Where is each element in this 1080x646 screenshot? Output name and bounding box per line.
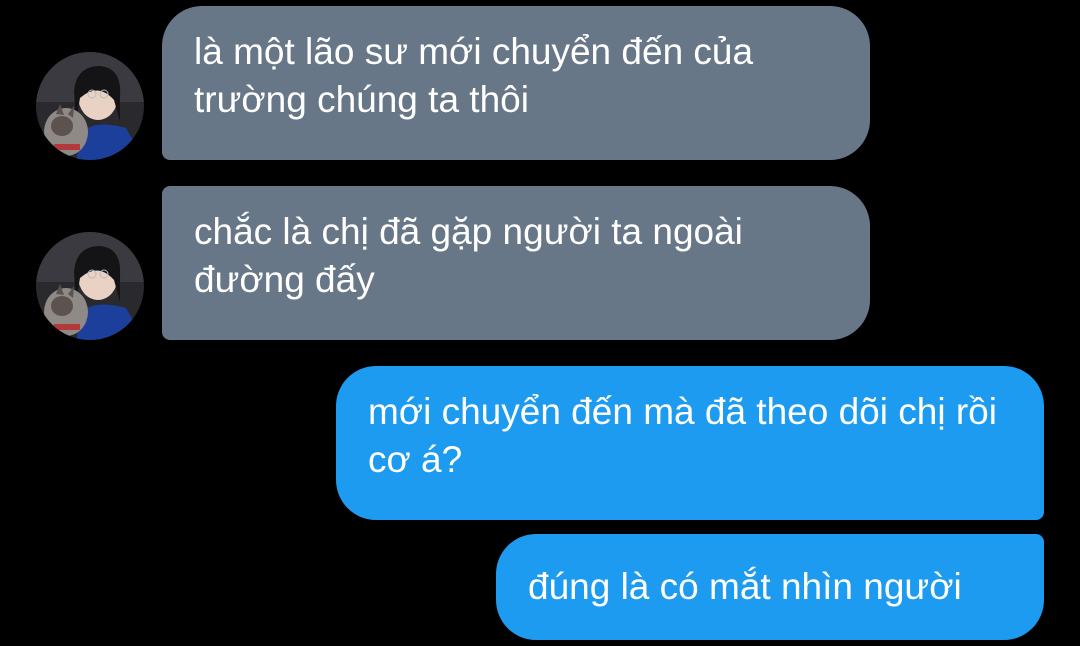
avatar-photo-icon [36, 232, 144, 340]
avatar-photo-icon [36, 52, 144, 160]
contact-avatar[interactable] [36, 232, 144, 340]
sent-message-bubble[interactable]: đúng là có mắt nhìn người [496, 534, 1044, 640]
message-text: đúng là có mắt nhìn người [528, 566, 962, 607]
message-text: mới chuyển đến mà đã theo dõi chị rồi cơ… [368, 391, 997, 480]
received-message-bubble[interactable]: chắc là chị đã gặp người ta ngoài đường … [162, 186, 870, 340]
message-text: chắc là chị đã gặp người ta ngoài đường … [194, 211, 743, 300]
received-message-bubble[interactable]: là một lão sư mới chuyển đến của trường … [162, 6, 870, 160]
message-text: là một lão sư mới chuyển đến của trường … [194, 31, 754, 120]
contact-avatar[interactable] [36, 52, 144, 160]
sent-message-bubble[interactable]: mới chuyển đến mà đã theo dõi chị rồi cơ… [336, 366, 1044, 520]
